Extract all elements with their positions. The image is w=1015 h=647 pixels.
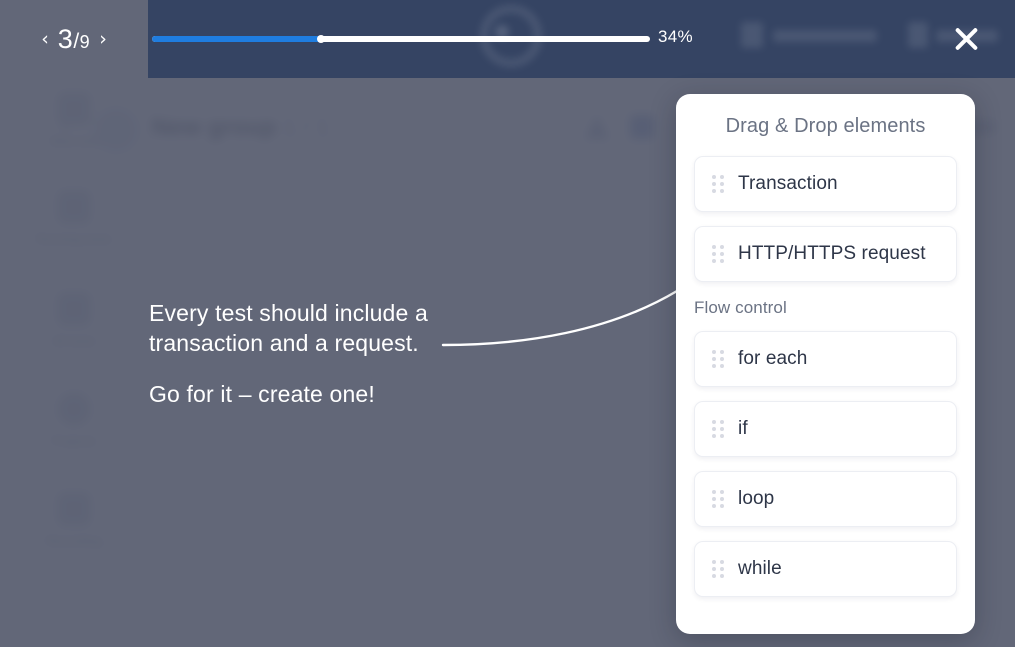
list-item[interactable]: while <box>694 541 957 597</box>
list-item-label: if <box>738 418 748 439</box>
step-current: 3 <box>57 23 74 54</box>
step-total: 9 <box>79 31 91 52</box>
drag-handle-icon[interactable] <box>712 245 724 263</box>
drag-handle-icon[interactable] <box>712 420 724 438</box>
list-item[interactable]: for each <box>694 331 957 387</box>
drag-drop-elements-list: Transaction HTTP/HTTPS request <box>676 156 975 282</box>
list-item[interactable]: if <box>694 401 957 457</box>
progress-percent-label: 34% <box>658 27 693 46</box>
ghost-label <box>773 30 877 42</box>
list-item[interactable]: loop <box>694 471 957 527</box>
list-item[interactable]: Transaction <box>694 156 957 212</box>
close-icon[interactable] <box>945 18 987 60</box>
tutorial-step-counter: ‹ 3 / 9 › <box>0 0 148 78</box>
list-item-label: loop <box>738 488 775 509</box>
tutorial-progress-bar[interactable] <box>152 30 650 48</box>
drag-handle-icon[interactable] <box>712 175 724 193</box>
tutorial-callout: Every test should include a transaction … <box>149 298 439 409</box>
list-item[interactable]: HTTP/HTTPS request <box>694 226 957 282</box>
callout-line-1: Every test should include a transaction … <box>149 300 428 356</box>
tutorial-overlay-screen: New test Running tests All tests Project… <box>0 0 1015 647</box>
progress-track <box>152 35 650 43</box>
drag-drop-panel: Drag & Drop elements Transaction HTTP/HT… <box>676 94 975 634</box>
panel-title: Drag & Drop elements <box>725 115 926 137</box>
ghost-save-icon <box>908 22 928 48</box>
list-item-label: Transaction <box>738 173 838 194</box>
panel-section-title: Flow control <box>694 298 787 317</box>
drag-handle-icon[interactable] <box>712 490 724 508</box>
progress-knob[interactable] <box>317 35 326 43</box>
callout-line-2: Go for it – create one! <box>149 381 375 407</box>
ghost-document-icon <box>741 22 763 48</box>
step-indicator: 3 / 9 <box>58 24 90 55</box>
chevron-left-icon[interactable]: ‹ <box>41 29 49 49</box>
list-item-label: HTTP/HTTPS request <box>738 243 926 264</box>
drag-handle-icon[interactable] <box>712 350 724 368</box>
drag-handle-icon[interactable] <box>712 560 724 578</box>
list-item-label: for each <box>738 348 808 369</box>
flow-control-list: for each if loop while <box>676 331 975 597</box>
chevron-right-icon[interactable]: › <box>99 29 107 49</box>
progress-fill <box>152 35 326 43</box>
list-item-label: while <box>738 558 782 579</box>
